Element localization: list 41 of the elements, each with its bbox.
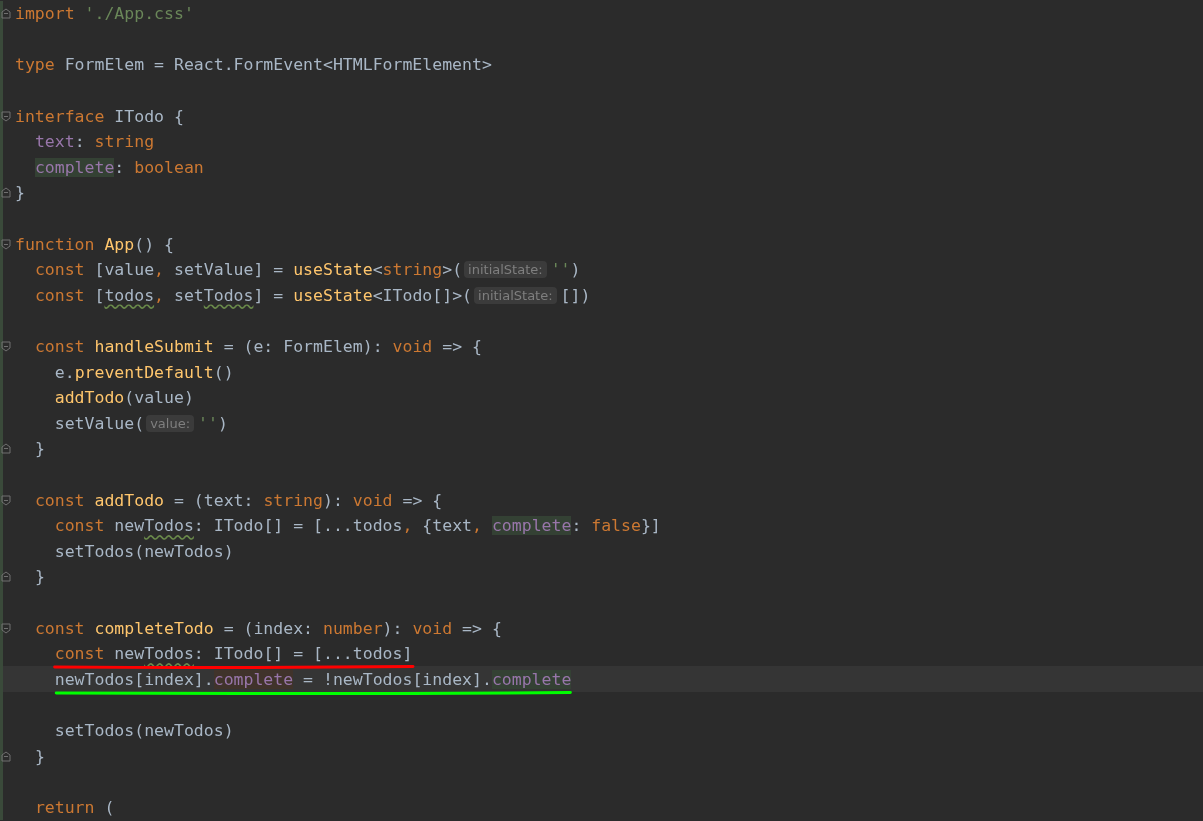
fold-icon[interactable] [1,187,11,199]
code-text: newTodos[index].complete = !newTodos[index].complete [54,669,572,689]
parameter-hint: initialState: [464,261,547,279]
fold-icon[interactable] [1,494,11,506]
code-text: const addTodo = (text: string): void => { [34,490,443,510]
fold-icon[interactable] [1,750,11,762]
code-text: } [34,567,45,587]
fold-icon[interactable] [1,8,11,20]
code-text: type FormElem = React.FormEvent<HTMLFormElement> [15,55,492,75]
code-text: } [34,746,45,766]
code-text: interface ITodo { [15,106,184,126]
fold-icon[interactable] [1,571,11,583]
code-text: '') [198,413,228,433]
fold-icon[interactable] [1,238,11,250]
code-text: []) [560,285,591,305]
fold-icon[interactable] [1,110,11,122]
code-editor[interactable] [0,0,1203,821]
code-text: setTodos(newTodos) [54,720,234,740]
code-text: setTodos(newTodos) [54,541,234,561]
code-text: const newTodos: ITodo[] = [...todos] [54,644,413,664]
code-text: } [15,183,25,203]
code-text: text: string [34,132,155,152]
code-text: const newTodos: ITodo[] = [...todos, {text, complete: false}] [54,516,661,536]
parameter-hint: initialState: [474,286,557,304]
fold-icon[interactable] [1,443,11,455]
code-text: complete: boolean [34,157,204,177]
code-text: addTodo(value) [54,388,194,408]
code-text: import './App.css' [15,4,194,24]
code-text: return ( [34,797,115,817]
code-text: e.preventDefault() [54,362,234,382]
parameter-hint: value: [146,414,195,432]
code-text: const [todos, setTodos] = useState<ITodo[]>( [34,285,473,305]
code-text: const handleSubmit = (e: FormElem): void => { [34,337,482,356]
code-text: setValue( [54,413,145,433]
code-text: function App() { [15,234,174,254]
code-text: const [value, setValue] = useState<string>( [34,260,463,280]
fold-icon[interactable] [1,622,11,634]
code-text: '') [550,260,581,280]
fold-icon[interactable] [1,341,11,352]
code-text: const completeTodo = (index: number): void => { [34,618,502,638]
code-text: } [34,439,45,459]
